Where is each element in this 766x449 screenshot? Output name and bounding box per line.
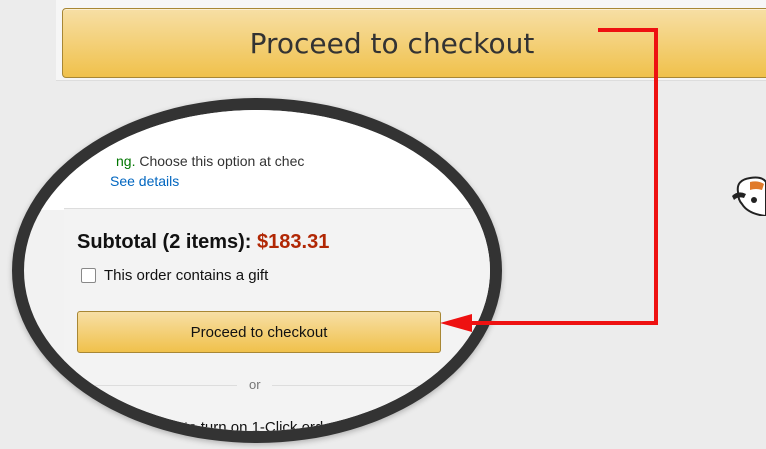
zoomed-proceed-to-checkout-button[interactable]: Proceed to checkout — [62, 8, 766, 78]
delivery-line-faded: ··· ··· — [102, 115, 132, 130]
sign-in-link[interactable]: Sign in — [134, 419, 180, 431]
mascot-icon — [732, 176, 766, 216]
cart-page-zoom: ··· ··· ng. Choose this option at chec S… — [24, 110, 490, 431]
one-click-signin-text: Sign in to turn on 1-Click ordering — [134, 419, 357, 436]
zoomed-button-label: Proceed to checkout — [249, 26, 535, 60]
subtotal-panel: Subtotal (2 items): $183.31 This order c… — [64, 208, 490, 436]
one-click-text: to turn on 1-Click ordering — [179, 419, 357, 436]
gift-checkbox[interactable] — [81, 268, 96, 283]
subtotal-label: Subtotal (2 items): — [77, 231, 252, 253]
gift-label: This order contains a gift — [104, 267, 269, 284]
divider-line-right — [272, 385, 447, 386]
delivery-option-text: ng. Choose this option at chec — [116, 153, 304, 169]
delivery-option-card: ··· ··· ng. Choose this option at chec S… — [24, 110, 490, 210]
subtotal-line: Subtotal (2 items): $183.31 — [77, 231, 329, 254]
checkout-button-label: Proceed to checkout — [190, 323, 328, 341]
tutorial-screenshot: Proceed to checkout ··· ··· ng. Choose t… — [0, 0, 766, 449]
subtotal-price: $183.31 — [257, 231, 330, 253]
or-text: or — [249, 377, 261, 392]
delivery-highlight: ng. — [116, 153, 136, 169]
divider-line-left — [77, 385, 237, 386]
magnifier-lens: ··· ··· ng. Choose this option at chec S… — [12, 98, 502, 443]
delivery-instruction: Choose this option at chec — [135, 153, 305, 169]
proceed-to-checkout-button[interactable]: Proceed to checkout — [77, 311, 441, 353]
see-details-link[interactable]: See details — [110, 173, 179, 189]
or-divider: or — [77, 377, 447, 393]
gift-option[interactable]: This order contains a gift — [81, 267, 268, 284]
